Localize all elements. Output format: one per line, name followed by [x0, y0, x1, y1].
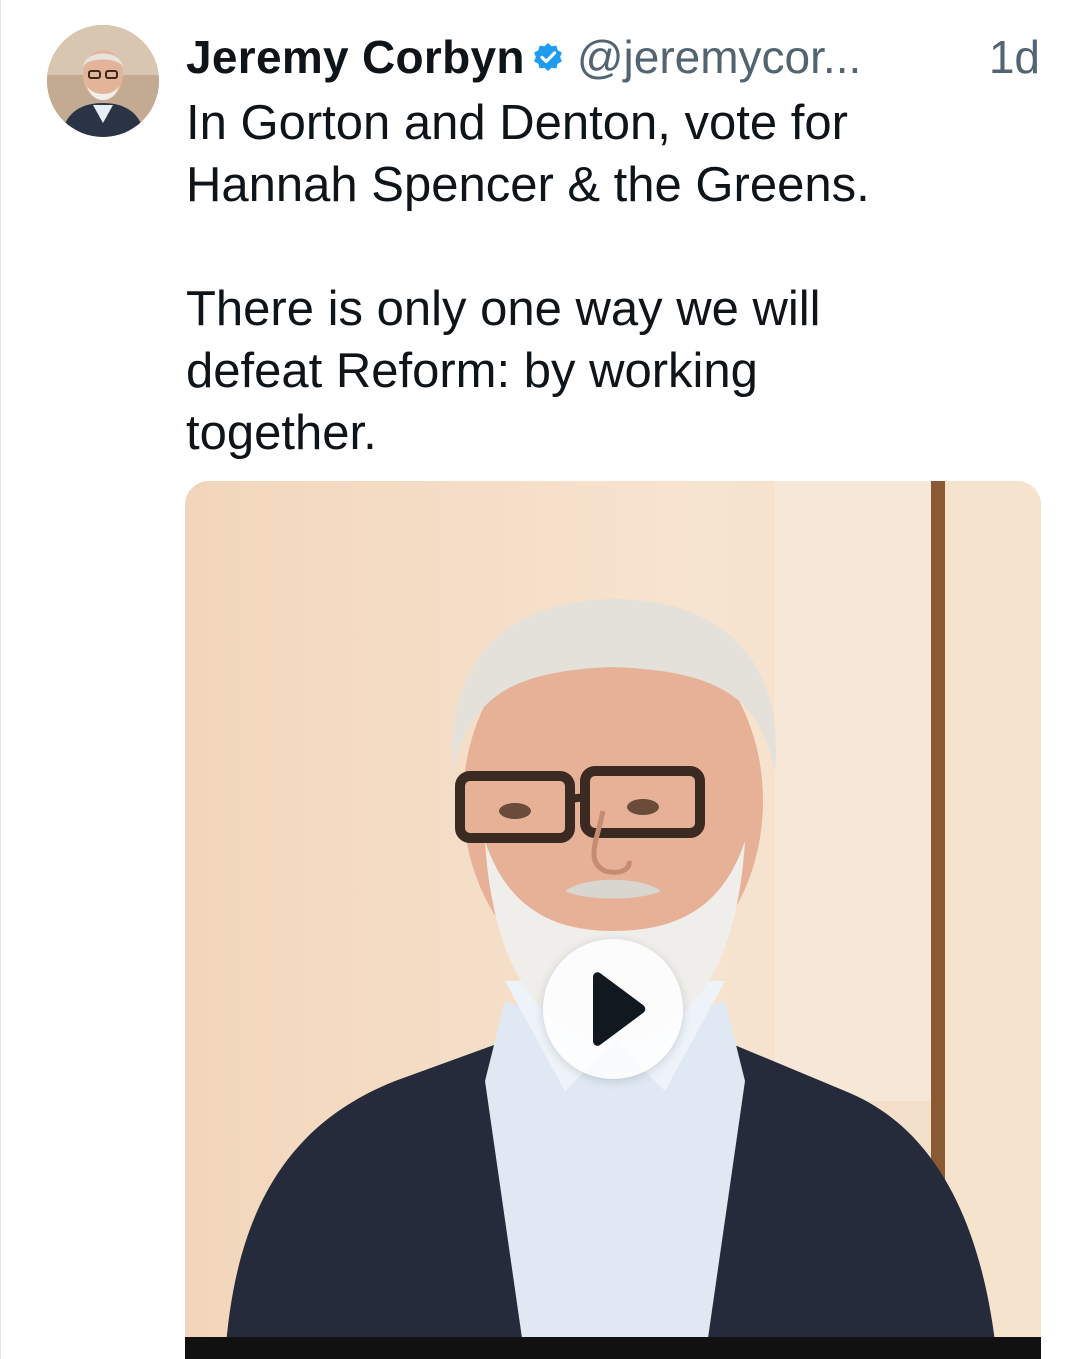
author-name[interactable]: Jeremy Corbyn: [186, 30, 525, 84]
post-timestamp[interactable]: 1d: [989, 30, 1056, 84]
play-icon: [593, 972, 646, 1046]
post-text: In Gorton and Denton, vote for Hannah Sp…: [186, 96, 870, 460]
play-button[interactable]: [543, 939, 683, 1079]
video-media[interactable]: [185, 481, 1041, 1359]
author-handle[interactable]: @jeremycor...: [577, 30, 861, 84]
video-thumbnail: [185, 481, 1041, 1359]
avatar-image: [47, 25, 159, 137]
post-card[interactable]: Jeremy Corbyn @jeremycor... 1d In Gorton…: [0, 0, 1080, 1359]
video-bottom-bar: [185, 1337, 1041, 1359]
author-avatar[interactable]: [47, 25, 159, 137]
post-header: Jeremy Corbyn @jeremycor... 1d: [186, 28, 1056, 86]
verified-badge-icon: [533, 42, 563, 72]
